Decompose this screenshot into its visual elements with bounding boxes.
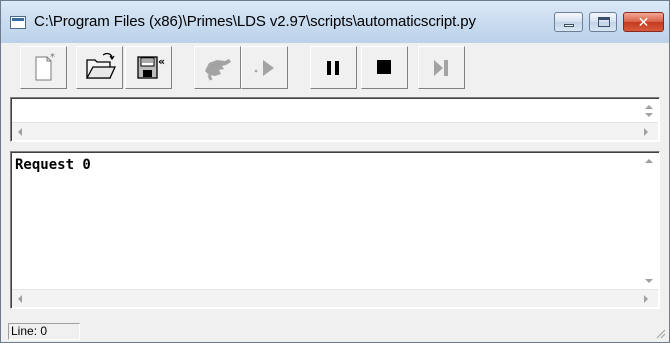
maximize-icon [598,17,610,27]
output-pane[interactable]: Request 0 [10,151,660,309]
step-button[interactable] [194,46,241,89]
window-title: C:\Program Files (x86)\Primes\LDS v2.97\… [34,13,476,30]
minimize-icon [564,24,574,27]
toolbar: * « [1,43,669,97]
stop-button[interactable] [361,46,408,89]
maximize-button[interactable] [589,12,617,32]
scroll-up-arrow-icon[interactable] [645,105,653,109]
close-button[interactable]: ✕ [623,12,664,32]
scroll-down-arrow-icon[interactable] [645,113,653,117]
scroll-right-arrow-icon[interactable] [644,295,648,303]
new-document-icon: * [35,52,55,81]
pause-icon [327,61,339,75]
open-folder-icon [85,52,117,79]
scroll-up-arrow-icon[interactable] [645,159,653,163]
script-window-icon[interactable] [10,16,26,29]
new-file-button[interactable]: * [20,46,67,89]
skip-button[interactable] [418,46,465,89]
skip-forward-icon [434,60,448,76]
output-horizontal-scrollbar[interactable] [12,289,658,307]
minimize-button[interactable] [554,12,583,32]
scroll-down-arrow-icon[interactable] [645,279,653,283]
run-button[interactable] [241,46,288,89]
svg-text:*: * [50,52,55,63]
title-bar[interactable]: C:\Program Files (x86)\Primes\LDS v2.97\… [1,1,669,43]
line-number-status: Line: 0 [8,323,80,340]
input-pane[interactable] [10,97,660,142]
save-file-button[interactable]: « [125,46,172,89]
scroll-left-arrow-icon[interactable] [18,295,22,303]
floppy-disk-icon: « [137,55,165,79]
script-window: C:\Program Files (x86)\Primes\LDS v2.97\… [0,0,670,343]
scroll-left-arrow-icon[interactable] [18,128,22,136]
stop-icon [377,60,391,74]
play-icon [254,60,274,76]
open-file-button[interactable] [76,46,123,89]
output-text: Request 0 [15,157,91,173]
status-bar: Line: 0 [1,319,669,342]
resize-grip-icon[interactable] [654,327,666,339]
scroll-right-arrow-icon[interactable] [644,128,648,136]
step-hand-icon [205,59,231,81]
input-horizontal-scrollbar[interactable] [12,122,658,140]
pause-button[interactable] [310,46,357,89]
output-vertical-scrollbar[interactable] [641,153,658,291]
svg-text:«: « [158,55,165,68]
close-icon: ✕ [637,14,650,30]
